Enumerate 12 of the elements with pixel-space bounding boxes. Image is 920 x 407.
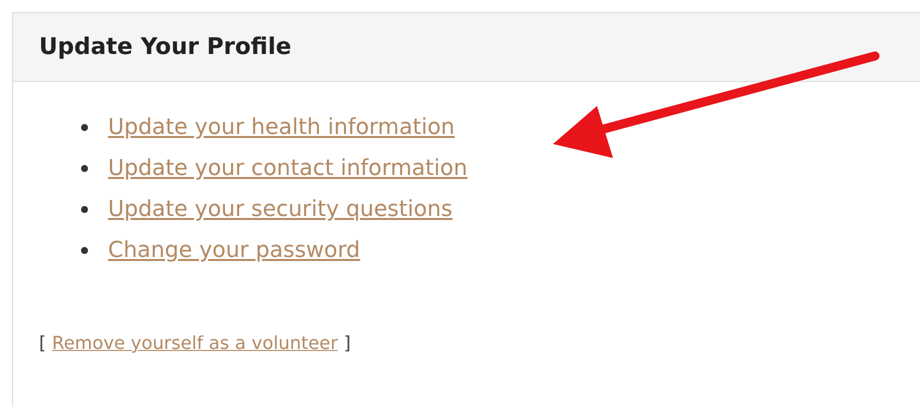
bullet-icon bbox=[81, 247, 88, 254]
profile-link[interactable]: Update your health information bbox=[108, 112, 455, 143]
close-bracket: ] bbox=[344, 333, 351, 354]
profile-link[interactable]: Update your security questions bbox=[108, 194, 452, 225]
open-bracket: [ bbox=[39, 333, 46, 354]
remove-volunteer-link[interactable]: Remove yourself as a volunteer bbox=[52, 328, 338, 359]
panel-title: Update Your Profile bbox=[39, 34, 292, 60]
profile-link[interactable]: Update your contact information bbox=[108, 153, 468, 184]
bullet-icon bbox=[81, 206, 88, 213]
bullet-icon bbox=[81, 124, 88, 131]
profile-link[interactable]: Change your password bbox=[108, 235, 360, 266]
bullet-icon bbox=[81, 165, 88, 172]
